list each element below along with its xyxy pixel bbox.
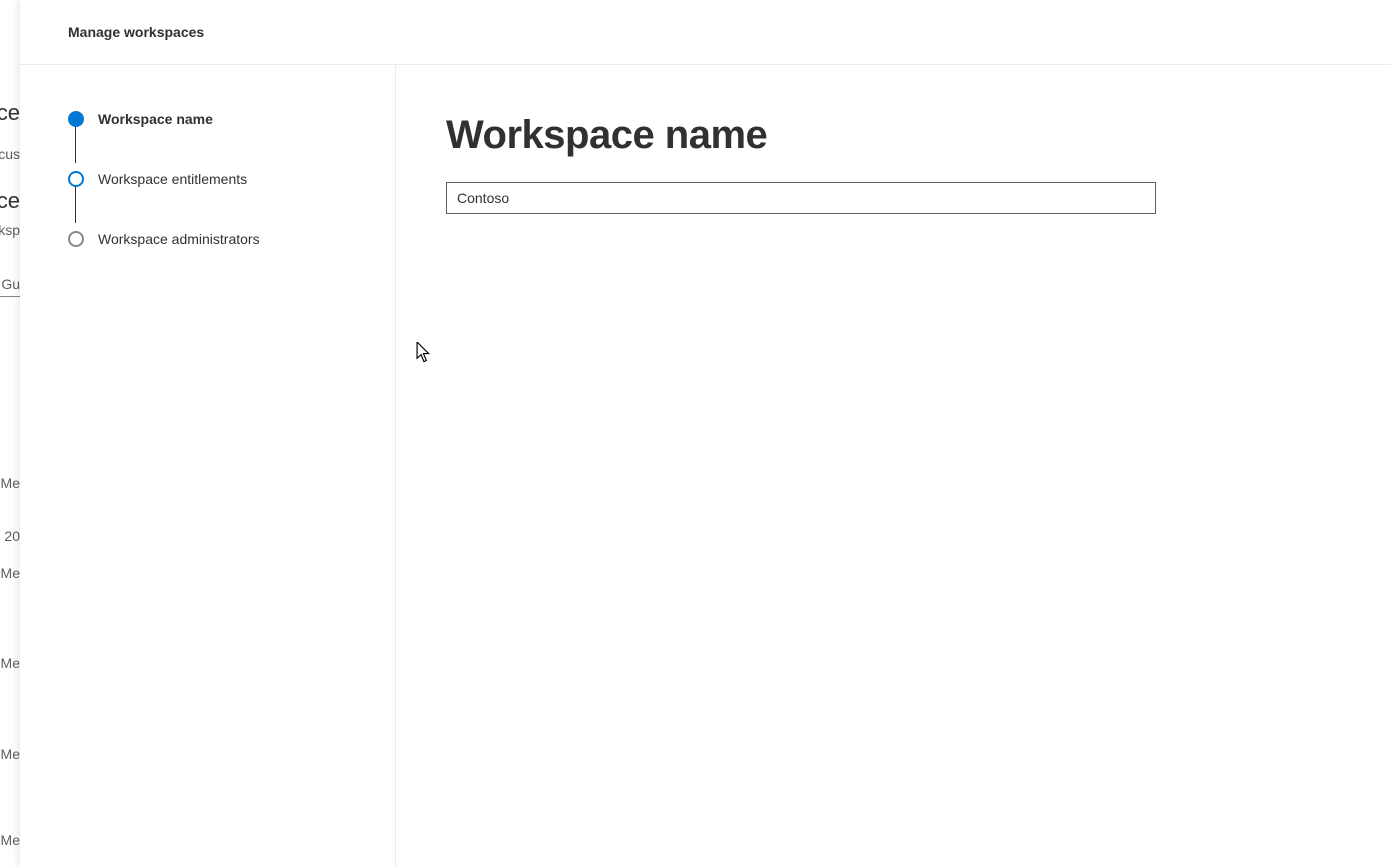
step-indicator-active-icon (68, 111, 84, 127)
bg-fragment: rksp (0, 222, 20, 238)
bg-fragment: cus (0, 146, 20, 162)
bg-fragment: Me (1, 565, 20, 581)
workspace-name-input[interactable] (446, 182, 1156, 214)
bg-fragment: ce (0, 100, 20, 126)
bg-fragment: l Gu (0, 276, 20, 297)
content-wrapper: Workspace name Workspace entitlements Wo… (20, 65, 1391, 867)
panel-title: Manage workspaces (68, 24, 204, 40)
bg-fragment: Me (1, 746, 20, 762)
bg-fragment: Me (1, 475, 20, 491)
step-connector (75, 187, 76, 223)
manage-workspaces-panel: Manage workspaces Workspace name Workspa… (20, 0, 1391, 867)
page-heading: Workspace name (446, 113, 1341, 158)
step-label: Workspace entitlements (98, 171, 247, 187)
step-indicator-pending-icon (68, 231, 84, 247)
bg-fragment: 20 (4, 528, 20, 544)
panel-header: Manage workspaces (20, 0, 1391, 65)
step-indicator-next-icon (68, 171, 84, 187)
step-workspace-entitlements[interactable]: Workspace entitlements (68, 167, 395, 191)
background-obscured-content: ce cus ce rksp l Gu Me 20 Me Me Me Me (0, 0, 20, 867)
wizard-steps-sidebar: Workspace name Workspace entitlements Wo… (20, 65, 396, 867)
step-connector (75, 127, 76, 163)
step-label: Workspace administrators (98, 231, 260, 247)
step-workspace-name[interactable]: Workspace name (68, 107, 395, 131)
main-content-area: Workspace name (396, 65, 1391, 867)
bg-fragment: Me (1, 832, 20, 848)
bg-fragment: ce (0, 188, 20, 214)
step-workspace-administrators[interactable]: Workspace administrators (68, 227, 395, 251)
bg-fragment: Me (1, 655, 20, 671)
step-label: Workspace name (98, 111, 213, 127)
